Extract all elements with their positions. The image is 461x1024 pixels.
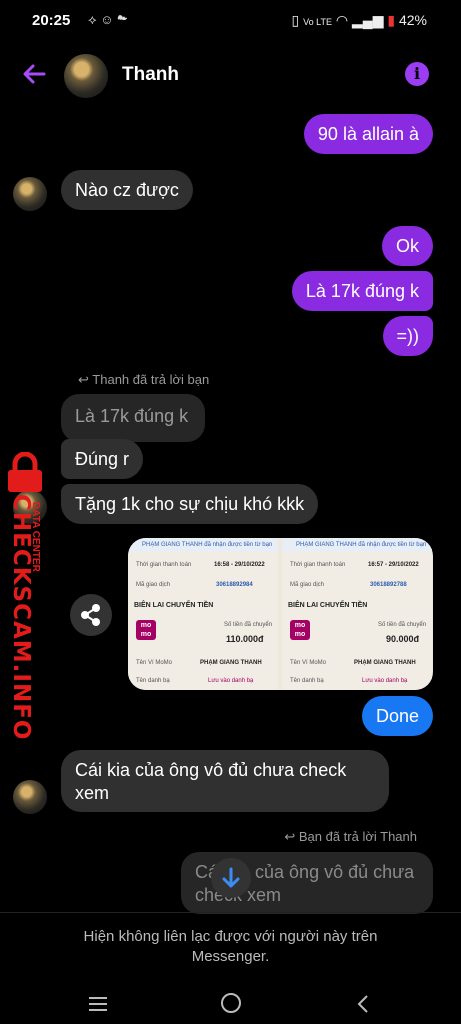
watermark-subtext: DATA CENTER	[30, 502, 41, 572]
receipt-banner: PHẠM GIANG THANH đã nhận được tiền từ bạ…	[142, 542, 273, 548]
receipt-banner: PHẠM GIANG THANH đã nhận được tiền từ bạ…	[296, 542, 427, 548]
message-outgoing[interactable]: Là 17k đúng k	[291, 271, 433, 311]
receipt-code-label: Mã giao dịch	[290, 582, 325, 588]
message-outgoing-done[interactable]: Done	[361, 696, 433, 736]
reply-label-text: Thanh đã trả lời bạn	[92, 372, 210, 387]
back-arrow-icon[interactable]	[20, 60, 48, 88]
unavailable-notice: Hiện không liên lạc được với người này t…	[0, 912, 461, 985]
momo-logo: mo mo	[290, 620, 310, 640]
message-incoming[interactable]: Cái kia của ông vô đủ chưa check xem	[61, 750, 389, 812]
receipt-name-label: Tên Ví MoMo	[136, 660, 173, 666]
status-bar: 20:25 ⟡ ☺ ☁ ▯ Vo LTE ◠ ▂▄▆ ▮ 42%	[0, 0, 461, 40]
share-button[interactable]	[70, 594, 112, 636]
message-incoming[interactable]: Tặng 1k cho sự chịu khó kkk	[61, 484, 319, 524]
arrow-down-icon	[222, 867, 240, 888]
home-icon[interactable]	[218, 990, 244, 1016]
receipt-amount-label: Số tiền đã chuyển	[378, 622, 427, 628]
notice-line: Messenger.	[191, 948, 270, 965]
reply-label-text: Bạn đã trả lời Thanh	[298, 829, 417, 844]
lock-icon	[8, 452, 42, 492]
receipt-time: 16:58 - 29/10/2022	[214, 562, 265, 568]
receipt-time-label: Thời gian thanh toán	[136, 562, 192, 568]
quoted-message[interactable]: Là 17k đúng k	[61, 394, 205, 442]
message-outgoing[interactable]: 90 là allain à	[303, 114, 433, 154]
receipt-name-label: Tên Ví MoMo	[290, 660, 327, 666]
status-right: ▯ Vo LTE ◠ ▂▄▆ ▮ 42%	[292, 12, 427, 29]
vibrate-icon: ▯	[291, 12, 300, 28]
notice-line: Hiện không liên lạc được với người này t…	[83, 928, 378, 945]
receipt-code: 30618892984	[216, 582, 253, 588]
receipt-time-label: Thời gian thanh toán	[290, 562, 346, 568]
message-incoming[interactable]: Nào cz được	[61, 170, 193, 210]
receipt-contact: Lưu vào danh bạ	[362, 678, 408, 684]
wifi-icon: ◠	[335, 12, 349, 28]
receipt-code: 30618892788	[370, 582, 407, 588]
receipt-right[interactable]: PHẠM GIANG THANH đã nhận được tiền từ bạ…	[282, 538, 432, 690]
receipt-amount-label: Số tiền đã chuyển	[224, 622, 273, 628]
receipt-title: BIÊN LAI CHUYỂN TIỀN	[134, 602, 214, 609]
reply-arrow-icon: ↩	[78, 372, 89, 387]
signal-icon: ▂▄▆	[352, 12, 384, 28]
momo-logo: mo mo	[136, 620, 156, 640]
receipt-title: BIÊN LAI CHUYỂN TIỀN	[288, 602, 368, 609]
image-attachment[interactable]: PHẠM GIANG THANH đã nhận được tiền từ bạ…	[128, 538, 433, 690]
message-line: Cái kia của ông vô đủ chưa check	[75, 760, 347, 780]
reply-label: ↩ Bạn đã trả lời Thanh	[284, 829, 417, 845]
info-icon[interactable]: i	[405, 62, 429, 86]
receipt-contact: Lưu vào danh bạ	[208, 678, 254, 684]
message-outgoing[interactable]: Ok	[381, 226, 433, 266]
receipt-name: PHẠM GIANG THANH	[354, 660, 416, 666]
receipt-name: PHẠM GIANG THANH	[200, 660, 262, 666]
sender-avatar[interactable]	[13, 177, 47, 211]
scroll-to-bottom-button[interactable]	[211, 858, 251, 898]
network-label: Vo LTE	[303, 17, 333, 27]
receipt-amount: 90.000đ	[386, 634, 420, 644]
receipt-amount: 110.000đ	[226, 634, 264, 644]
battery-icon: ▮	[387, 12, 396, 28]
message-incoming[interactable]: Đúng r	[61, 439, 144, 479]
receipt-time: 16:57 - 29/10/2022	[368, 562, 419, 568]
receipt-code-label: Mã giao dịch	[136, 582, 171, 588]
contact-avatar[interactable]	[64, 54, 108, 98]
share-icon	[81, 604, 100, 626]
message-outgoing[interactable]: =))	[382, 316, 433, 356]
message-line: xem	[75, 783, 110, 803]
recent-apps-icon[interactable]	[86, 992, 110, 1016]
receipt-contact-label: Tên danh bạ	[136, 678, 170, 684]
contact-name[interactable]: Thanh	[122, 64, 179, 86]
notification-icons: ⟡ ☺ ☁	[88, 12, 128, 27]
reply-label: ↩ Thanh đã trả lời bạn	[78, 372, 209, 388]
back-nav-icon[interactable]	[352, 992, 376, 1016]
notice-text: Hiện không liên lạc được với người này t…	[0, 927, 461, 967]
status-time: 20:25	[32, 12, 71, 29]
receipt-contact-label: Tên danh bạ	[290, 678, 324, 684]
reply-arrow-icon: ↩	[284, 829, 296, 844]
battery-percent: 42%	[398, 12, 427, 28]
watermark: CHECKSCAM.INFO DATA CENTER	[2, 450, 48, 740]
sender-avatar[interactable]	[13, 780, 47, 814]
receipt-left[interactable]: PHẠM GIANG THANH đã nhận được tiền từ bạ…	[128, 538, 278, 690]
chat-header: Thanh i	[0, 44, 461, 108]
system-nav-bar	[0, 984, 461, 1024]
